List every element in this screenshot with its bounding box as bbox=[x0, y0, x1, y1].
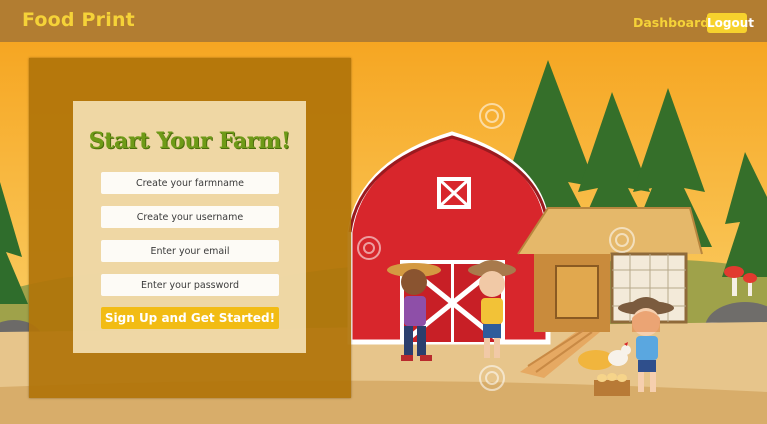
nav-link-dashboard[interactable]: Dashboard bbox=[633, 15, 709, 30]
farmname-input[interactable] bbox=[101, 172, 279, 194]
logout-button[interactable]: Logout bbox=[707, 13, 754, 33]
password-input[interactable] bbox=[101, 274, 279, 296]
signup-submit-button[interactable]: Sign Up and Get Started! bbox=[101, 307, 279, 329]
egg-basket bbox=[594, 373, 630, 396]
email-input[interactable] bbox=[101, 240, 279, 262]
brand-logo-text[interactable]: Food Print bbox=[22, 9, 135, 31]
top-navbar: Food Print Dashboard Logout bbox=[0, 0, 767, 42]
form-title: Start Your Farm! bbox=[88, 128, 291, 154]
username-input[interactable] bbox=[101, 206, 279, 228]
